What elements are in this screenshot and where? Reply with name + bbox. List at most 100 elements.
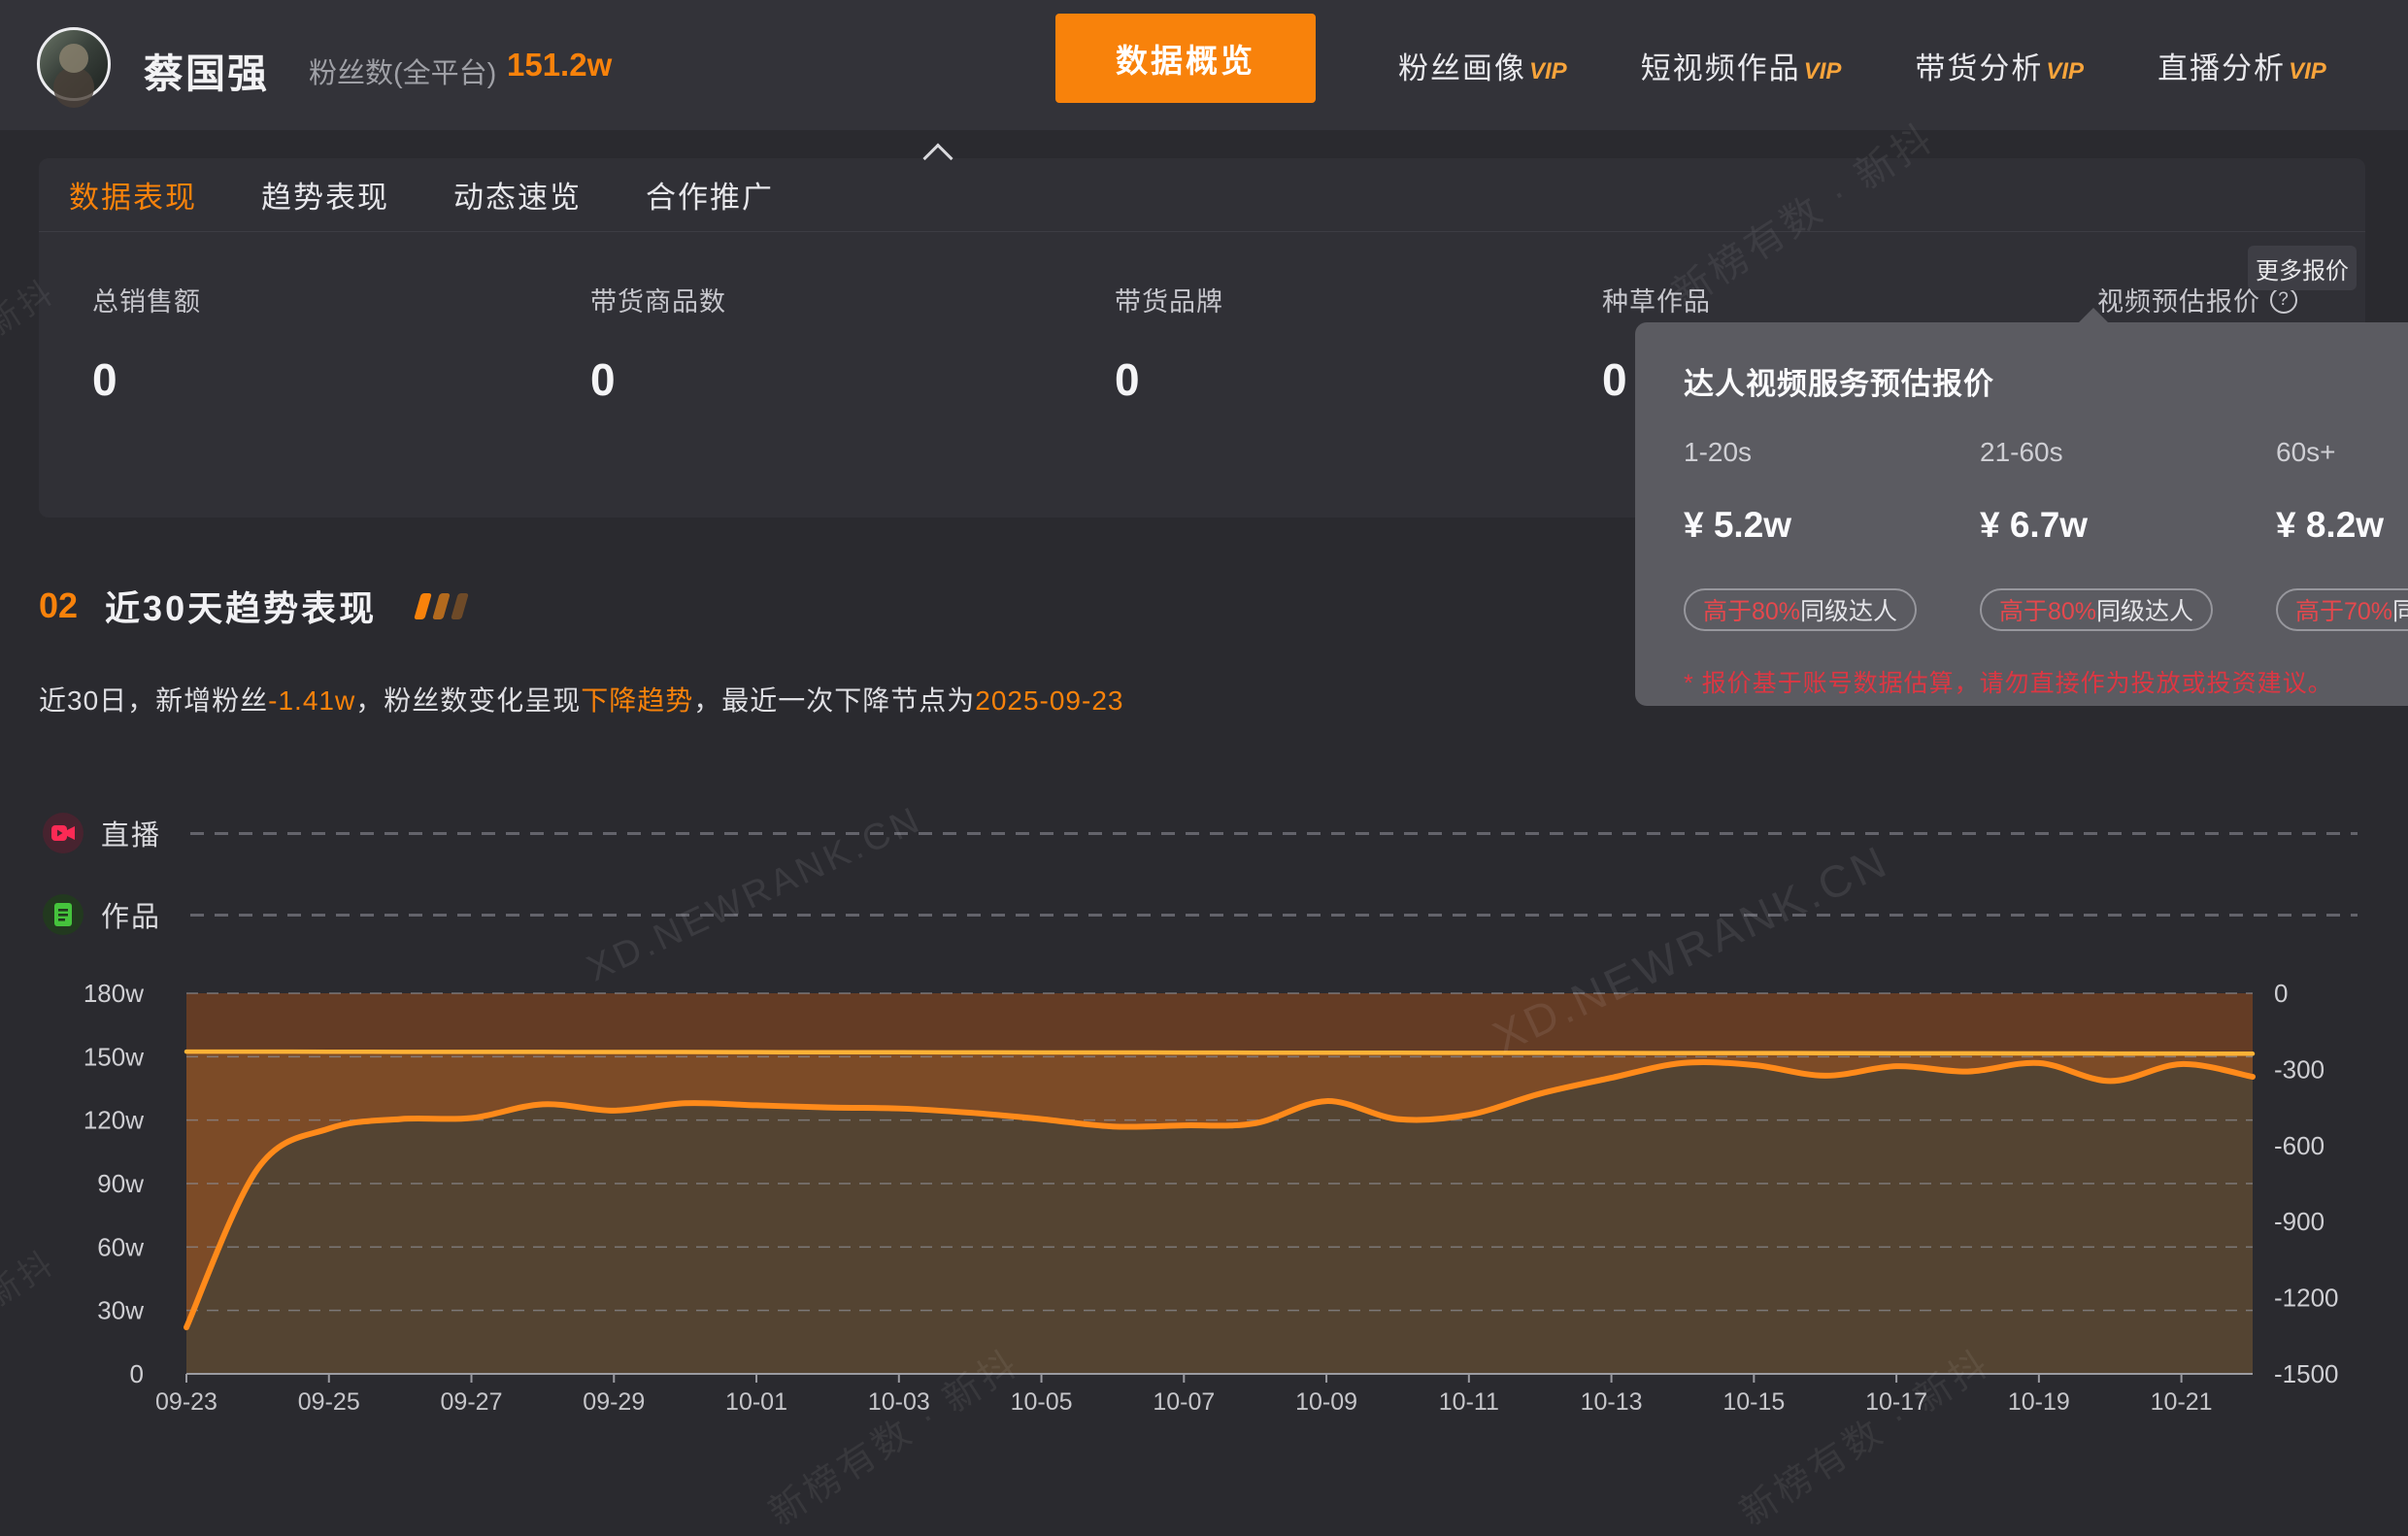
document-icon — [43, 894, 84, 935]
video-camera-icon — [43, 813, 84, 853]
tooltip-footnote: * 报价基于账号数据估算，请勿直接作为投放或投资建议。 — [1684, 664, 2333, 699]
quote-mark-icon — [432, 593, 451, 619]
stat-label-text: 带货商品数 — [590, 281, 726, 318]
x-tick-label: 10-11 — [1439, 1388, 1499, 1416]
badge-highlight: 高于70% — [2295, 592, 2392, 627]
y-left-tick-label: 60w — [97, 1232, 144, 1261]
y-left-tick-label: 0 — [130, 1359, 144, 1388]
legend-label: 直播 — [101, 813, 161, 853]
x-tick-label: 09-29 — [583, 1388, 645, 1416]
badge-rest: 同级达人 — [2096, 592, 2193, 627]
trend-chart[interactable]: 180w150w120w90w60w30w00-300-600-900-1200… — [0, 961, 2408, 1447]
summary-part: 2025-09-23 — [975, 685, 1123, 716]
y-right-tick-label: -1200 — [2274, 1284, 2339, 1313]
x-tick-label: 10-09 — [1295, 1388, 1357, 1416]
nav-item-short-video-works[interactable]: 短视频作品VIP — [1641, 44, 1842, 87]
y-right-tick-label: -900 — [2274, 1207, 2324, 1236]
legend-dashed-line — [190, 832, 2358, 835]
fans-count-label: 粉丝数(全平台) — [309, 50, 496, 91]
badge-highlight: 高于80% — [1703, 592, 1800, 627]
quote-duration: 1-20s — [1684, 437, 1980, 468]
vip-badge: VIP — [2289, 58, 2326, 85]
y-right-tick-label: -1500 — [2274, 1359, 2339, 1388]
quote-badge: 高于70%同级达人 — [2276, 588, 2408, 631]
quote-column: 1-20s ¥ 5.2w 高于80%同级达人 — [1684, 437, 1980, 631]
avatar[interactable] — [37, 27, 111, 101]
summary-part: 近30日，新增粉丝 — [39, 685, 268, 716]
sub-tabs: 数据表现 趋势表现 动态速览 合作推广 — [39, 158, 2365, 232]
tooltip-title: 达人视频服务预估报价 — [1684, 359, 1994, 403]
y-left-tick-label: 180w — [84, 979, 144, 1008]
more-quote-button[interactable]: 更多报价 — [2248, 246, 2357, 290]
nav-item-label: 短视频作品 — [1641, 44, 1801, 87]
stat-label: 总销售额 — [92, 281, 201, 318]
quote-column: 60s+ ¥ 8.2w 高于70%同级达人 — [2276, 437, 2408, 631]
legend-item-works[interactable]: 作品 — [43, 893, 2358, 936]
tab-data-performance[interactable]: 数据表现 — [69, 173, 197, 217]
header: 蔡国强 粉丝数(全平台) 151.2w 数据概览 粉丝画像VIP短视频作品VIP… — [0, 0, 2408, 130]
y-right-tick-label: -300 — [2274, 1054, 2324, 1084]
stat-label-text: 视频预估报价 — [2097, 281, 2260, 318]
x-tick-label: 10-13 — [1581, 1388, 1643, 1416]
y-left-tick-label: 150w — [84, 1042, 144, 1071]
legend-label: 作品 — [101, 894, 161, 935]
tab-trend-performance[interactable]: 趋势表现 — [261, 173, 389, 217]
trend-chart-container: 180w150w120w90w60w30w00-300-600-900-1200… — [0, 961, 2408, 1447]
y-left-tick-label: 120w — [84, 1106, 144, 1135]
tooltip-columns: 1-20s¥ 5.2w高于80%同级达人21-60s¥ 6.7w高于80%同级达… — [1684, 437, 2408, 631]
stat-label: 带货商品数 — [590, 281, 726, 318]
stat-brand-count: 带货品牌0 — [1115, 281, 1223, 406]
x-tick-label: 10-03 — [868, 1388, 930, 1416]
vip-badge: VIP — [1529, 58, 1567, 85]
nav-item-fan-portrait[interactable]: 粉丝画像VIP — [1398, 44, 1567, 87]
summary-part: -1.41w — [268, 685, 355, 716]
stat-product-count: 带货商品数 0 — [590, 281, 726, 406]
quote-mark-icon — [451, 593, 469, 619]
stat-label-text: 总销售额 — [92, 281, 201, 318]
tab-cooperation-promotion[interactable]: 合作推广 — [646, 173, 774, 217]
x-tick-label: 10-15 — [1722, 1388, 1785, 1416]
x-tick-label: 10-21 — [2151, 1388, 2213, 1416]
vip-badge: VIP — [2046, 58, 2084, 85]
stat-label-text: 带货品牌 — [1115, 281, 1223, 318]
stat-label: 带货品牌 — [1115, 281, 1223, 318]
badge-rest: 同级达人 — [2392, 592, 2408, 627]
nav-item-label: 直播分析 — [2157, 44, 2286, 87]
stat-label-text: 种草作品 — [1602, 281, 1711, 318]
section-title: 近30天趋势表现 — [105, 581, 377, 631]
quote-duration: 21-60s — [1980, 437, 2276, 468]
legend-item-live[interactable]: 直播 — [43, 812, 2358, 854]
quote-price: ¥ 8.2w — [2276, 505, 2408, 546]
nav-item-data-overview[interactable]: 数据概览 — [1055, 14, 1316, 103]
legend-dashed-line — [190, 914, 2358, 917]
x-tick-label: 10-19 — [2008, 1388, 2070, 1416]
x-tick-label: 10-05 — [1011, 1388, 1073, 1416]
nav-item-label: 粉丝画像 — [1398, 44, 1526, 87]
tab-dynamic-overview[interactable]: 动态速览 — [453, 173, 582, 217]
y-right-tick-label: 0 — [2274, 979, 2288, 1008]
trend-summary-text: 近30日，新增粉丝-1.41w，粉丝数变化呈现下降趋势，最近一次下降节点为202… — [39, 680, 1123, 718]
quote-price: ¥ 5.2w — [1684, 505, 1980, 546]
summary-part: ，粉丝数变化呈现 — [355, 685, 581, 716]
x-tick-label: 09-25 — [298, 1388, 360, 1416]
main-nav: 粉丝画像VIP短视频作品VIP带货分析VIP直播分析VIP — [1398, 0, 2326, 130]
nav-item-live-analysis[interactable]: 直播分析VIP — [2157, 44, 2326, 87]
stat-total-sales: 总销售额0 — [92, 281, 201, 406]
nav-item-sales-analysis[interactable]: 带货分析VIP — [1915, 44, 2084, 87]
stat-value: 0 — [590, 353, 726, 406]
badge-highlight: 高于80% — [1999, 592, 2096, 627]
quote-mark-icon — [414, 593, 432, 619]
video-quote-tooltip: 达人视频服务预估报价 1-20s¥ 5.2w高于80%同级达人21-60s¥ 6… — [1635, 322, 2408, 706]
quote-badge: 高于80%同级达人 — [1980, 588, 2213, 631]
quote-duration: 60s+ — [2276, 437, 2408, 468]
badge-rest: 同级达人 — [1800, 592, 1897, 627]
section-number: 02 — [39, 585, 78, 626]
flat-series-line — [186, 1052, 2253, 1053]
fans-count-value: 151.2w — [507, 47, 612, 83]
section-header: 02 近30天趋势表现 — [39, 581, 465, 631]
x-tick-label: 10-01 — [725, 1388, 787, 1416]
stat-label: 种草作品 — [1602, 281, 1711, 318]
y-right-tick-label: -600 — [2274, 1131, 2324, 1160]
quote-badge: 高于80%同级达人 — [1684, 588, 1917, 631]
quote-column: 21-60s¥ 6.7w高于80%同级达人 — [1980, 437, 2276, 631]
